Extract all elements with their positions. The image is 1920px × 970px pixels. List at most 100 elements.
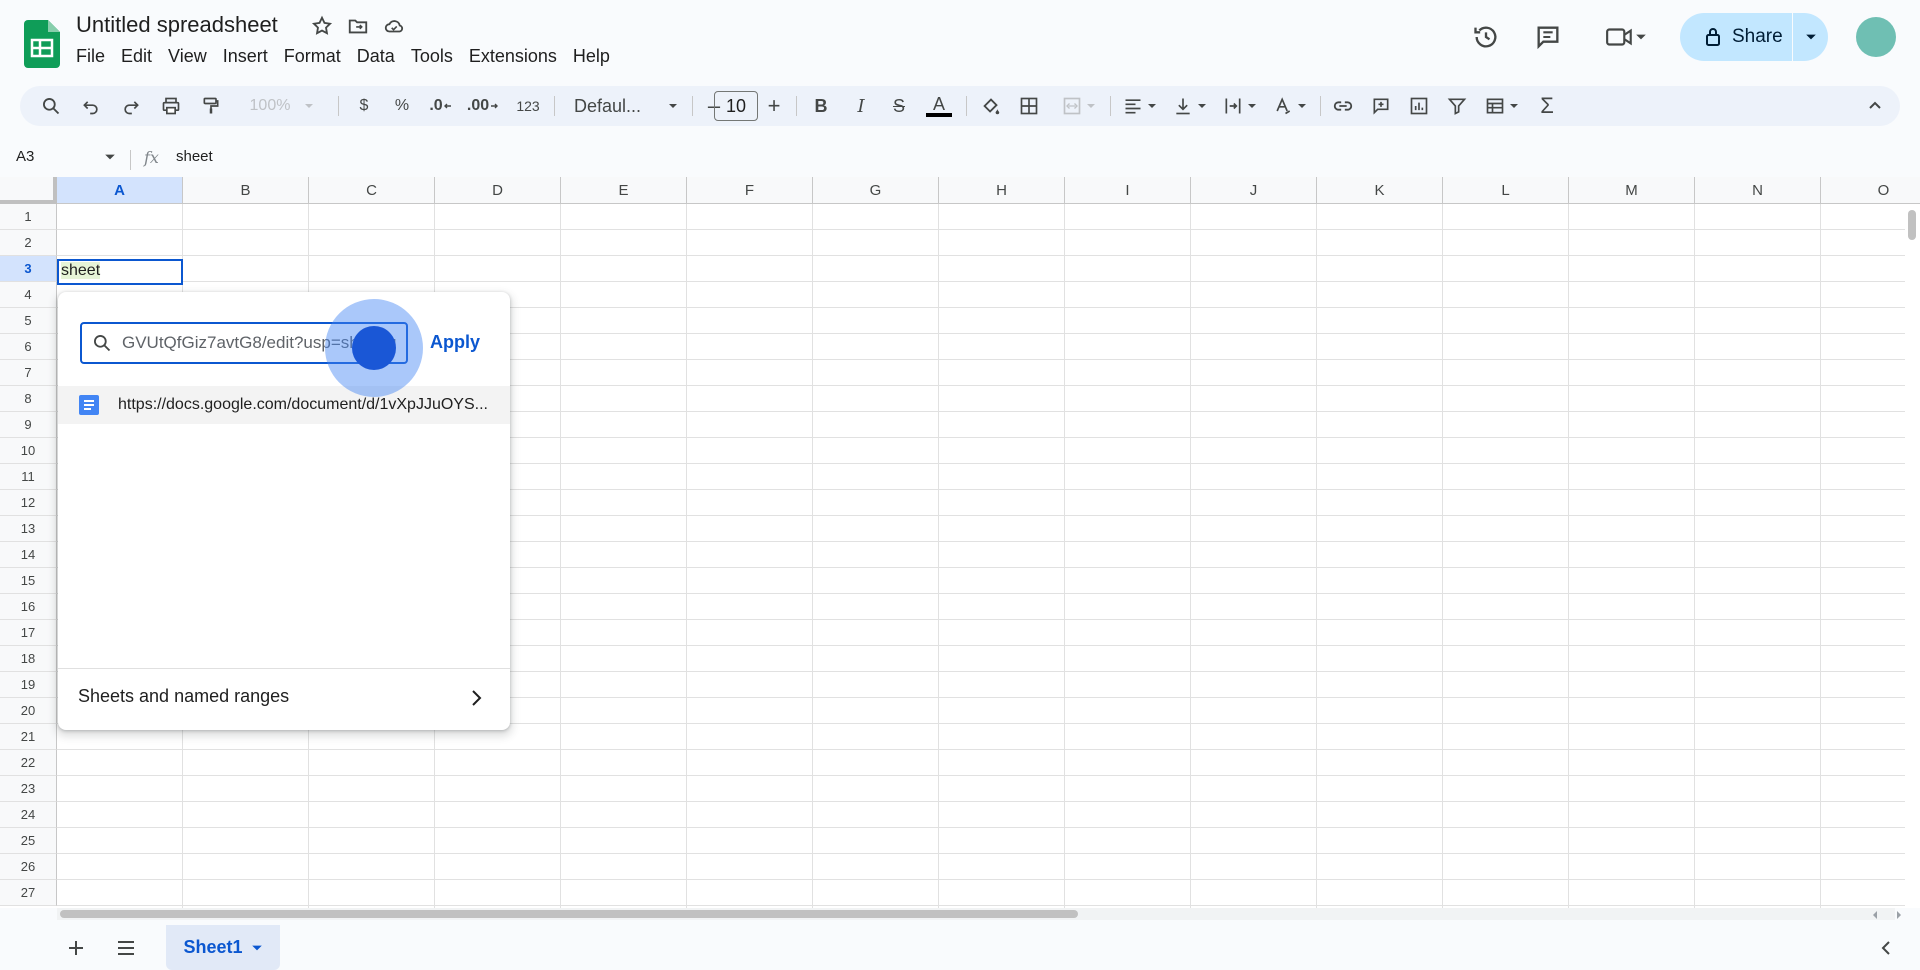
menu-extensions[interactable]: Extensions: [461, 44, 565, 69]
font-family-select[interactable]: Defaul...: [566, 86, 686, 126]
menu-view[interactable]: View: [160, 44, 215, 69]
text-wrapping-icon[interactable]: [1218, 86, 1262, 126]
column-header-b[interactable]: B: [183, 177, 309, 204]
increase-decimal-button[interactable]: .00: [464, 86, 502, 126]
sheet-tab-sheet1[interactable]: Sheet1: [166, 925, 280, 970]
document-title[interactable]: Untitled spreadsheet: [76, 12, 278, 38]
side-panel-toggle-icon[interactable]: [1874, 936, 1898, 960]
column-header-c[interactable]: C: [309, 177, 435, 204]
version-history-icon[interactable]: [1466, 17, 1506, 57]
menu-format[interactable]: Format: [276, 44, 349, 69]
percent-format-button[interactable]: %: [388, 86, 416, 126]
row-header-23[interactable]: 23: [0, 776, 57, 802]
row-header-1[interactable]: 1: [0, 204, 57, 230]
vertical-scroll-thumb[interactable]: [1908, 210, 1916, 240]
row-header-9[interactable]: 9: [0, 412, 57, 438]
text-color-button[interactable]: A: [922, 86, 956, 126]
chevron-right-icon[interactable]: [464, 686, 488, 715]
name-box-dropdown-icon[interactable]: [104, 150, 116, 168]
row-header-3[interactable]: 3: [0, 256, 57, 282]
row-header-25[interactable]: 25: [0, 828, 57, 854]
more-formats-button[interactable]: 123: [510, 86, 546, 126]
row-header-26[interactable]: 26: [0, 854, 57, 880]
row-header-12[interactable]: 12: [0, 490, 57, 516]
row-header-8[interactable]: 8: [0, 386, 57, 412]
font-size-input[interactable]: 10: [714, 91, 758, 121]
apply-button[interactable]: Apply: [430, 332, 480, 353]
column-header-m[interactable]: M: [1569, 177, 1695, 204]
row-header-20[interactable]: 20: [0, 698, 57, 724]
menu-edit[interactable]: Edit: [113, 44, 160, 69]
row-header-15[interactable]: 15: [0, 568, 57, 594]
horizontal-scroll-thumb[interactable]: [60, 910, 1078, 918]
row-header-27[interactable]: 27: [0, 880, 57, 906]
column-header-k[interactable]: K: [1317, 177, 1443, 204]
row-header-24[interactable]: 24: [0, 802, 57, 828]
scroll-right-icon[interactable]: [1894, 908, 1904, 926]
borders-icon[interactable]: [1014, 86, 1044, 126]
row-header-10[interactable]: 10: [0, 438, 57, 464]
select-all-corner[interactable]: [0, 177, 57, 204]
undo-icon[interactable]: [76, 86, 106, 126]
column-header-l[interactable]: L: [1443, 177, 1569, 204]
zoom-select[interactable]: 100%: [238, 86, 326, 126]
link-suggestion-item[interactable]: https://docs.google.com/document/d/1vXpJ…: [58, 386, 510, 424]
column-header-n[interactable]: N: [1695, 177, 1821, 204]
chevron-down-icon[interactable]: [251, 942, 263, 954]
column-header-g[interactable]: G: [813, 177, 939, 204]
filter-icon[interactable]: [1442, 86, 1472, 126]
sheets-and-named-ranges-link[interactable]: Sheets and named ranges: [78, 686, 289, 707]
formula-input[interactable]: sheet: [176, 148, 213, 165]
insert-comment-icon[interactable]: [1366, 86, 1396, 126]
scroll-left-icon[interactable]: [1870, 908, 1880, 926]
table-view-icon[interactable]: [1480, 86, 1524, 126]
row-header-17[interactable]: 17: [0, 620, 57, 646]
column-header-a[interactable]: A: [57, 177, 183, 204]
share-dropdown-icon[interactable]: [1793, 13, 1828, 61]
currency-format-button[interactable]: $: [350, 86, 378, 126]
search-menus-icon[interactable]: [34, 86, 68, 126]
bold-button[interactable]: B: [806, 86, 836, 126]
name-box[interactable]: A3: [16, 148, 34, 165]
text-rotation-icon[interactable]: [1268, 86, 1312, 126]
row-header-11[interactable]: 11: [0, 464, 57, 490]
cloud-saved-icon[interactable]: [382, 14, 406, 38]
menu-file[interactable]: File: [68, 44, 113, 69]
menu-data[interactable]: Data: [349, 44, 403, 69]
move-folder-icon[interactable]: [346, 14, 370, 38]
decrease-decimal-button[interactable]: .0: [424, 86, 458, 126]
insert-chart-icon[interactable]: [1404, 86, 1434, 126]
column-header-e[interactable]: E: [561, 177, 687, 204]
redo-icon[interactable]: [116, 86, 146, 126]
meet-icon[interactable]: [1598, 17, 1654, 57]
comments-icon[interactable]: [1528, 17, 1568, 57]
row-header-4[interactable]: 4: [0, 282, 57, 308]
active-cell-a3[interactable]: sheet: [57, 259, 183, 285]
merge-cells-icon[interactable]: [1054, 86, 1104, 126]
print-icon[interactable]: [156, 86, 186, 126]
strikethrough-button[interactable]: S: [884, 86, 914, 126]
row-header-7[interactable]: 7: [0, 360, 57, 386]
menu-help[interactable]: Help: [565, 44, 618, 69]
column-header-f[interactable]: F: [687, 177, 813, 204]
sheets-logo-icon[interactable]: [24, 20, 60, 68]
row-header-6[interactable]: 6: [0, 334, 57, 360]
italic-button[interactable]: I: [846, 86, 876, 126]
avatar[interactable]: [1856, 17, 1896, 57]
share-button[interactable]: Share: [1680, 13, 1792, 61]
menu-insert[interactable]: Insert: [215, 44, 276, 69]
row-header-13[interactable]: 13: [0, 516, 57, 542]
row-header-19[interactable]: 19: [0, 672, 57, 698]
all-sheets-icon[interactable]: [114, 936, 138, 960]
paint-format-icon[interactable]: [196, 86, 226, 126]
column-header-j[interactable]: J: [1191, 177, 1317, 204]
column-header-i[interactable]: I: [1065, 177, 1191, 204]
increase-font-size-button[interactable]: +: [760, 86, 788, 126]
fill-color-icon[interactable]: [976, 86, 1006, 126]
collapse-toolbar-icon[interactable]: [1860, 86, 1890, 126]
add-sheet-icon[interactable]: [64, 936, 88, 960]
column-header-d[interactable]: D: [435, 177, 561, 204]
row-header-22[interactable]: 22: [0, 750, 57, 776]
row-header-18[interactable]: 18: [0, 646, 57, 672]
row-header-16[interactable]: 16: [0, 594, 57, 620]
